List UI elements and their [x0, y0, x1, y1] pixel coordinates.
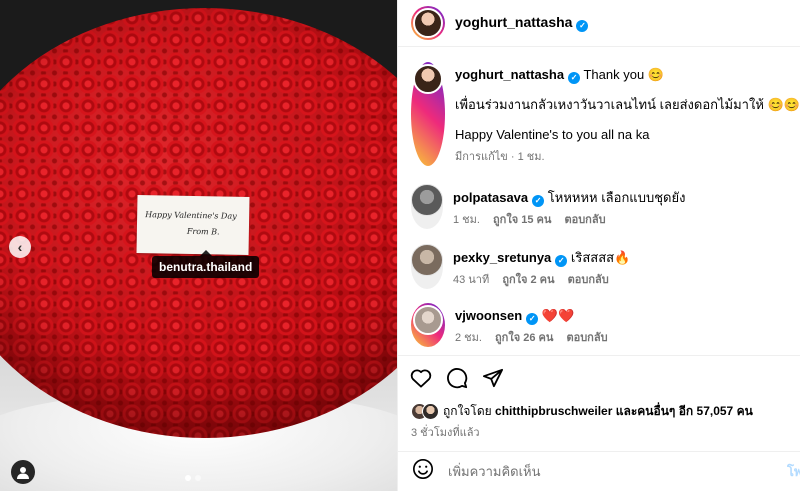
- comment-meta: 43 นาที ถูกใจ 2 คน ตอบกลับ: [453, 271, 630, 289]
- list-item: polpatasava ✓ โหหหหห เลือกแบบชุดยัง 1 ชม.…: [411, 184, 685, 229]
- post-comment-button[interactable]: โพสต์: [787, 461, 800, 482]
- avatar[interactable]: [411, 62, 445, 166]
- post-side-panel: yoghurt_nattasha ✓ yoghurt_nattasha ✓ Than…: [397, 0, 800, 491]
- list-item: vjwoonsen ✓ ❤️❤️ 2 ชม. ถูกใจ 26 คน ตอบกลั…: [411, 303, 618, 347]
- liked-by-user[interactable]: chitthipbruschweiler: [495, 404, 612, 418]
- fire-emoji-icon: 🔥: [614, 250, 631, 265]
- verified-badge-icon: ✓: [568, 72, 581, 84]
- comment-time[interactable]: 1 ชม.: [453, 214, 480, 226]
- card-line-2: From B.: [186, 226, 220, 237]
- user-tag-icon[interactable]: [11, 460, 35, 484]
- reply-button[interactable]: ตอบกลับ: [568, 274, 609, 286]
- caption-thai: เพื่อนร่วมงานกลัวเหงาวันวาเลนไทน์ เลยส่ง…: [455, 97, 800, 112]
- emoji-icon[interactable]: [412, 458, 434, 485]
- caption-edited-time: มีการแก้ไข · 1 ชม.: [455, 151, 545, 163]
- comment-text: ❤️❤️: [541, 308, 575, 323]
- comment-icon[interactable]: [446, 367, 468, 389]
- comment-text: เริสสสส: [570, 250, 615, 265]
- caption-english: Happy Valentine's to you all na ka: [455, 127, 650, 142]
- comment-username[interactable]: pexky_sretunya: [453, 250, 551, 265]
- post-image[interactable]: Happy Valentine's Day From B. benutra.th…: [0, 0, 397, 491]
- caption-text: Thank you 😊: [583, 67, 664, 82]
- carousel-dot: [195, 475, 201, 481]
- liked-by-suffix: คน: [736, 404, 753, 418]
- comment-text: โหหหหห เลือกแบบชุดยัง: [547, 190, 686, 205]
- comment-meta: 2 ชม. ถูกใจ 26 คน ตอบกลับ: [455, 329, 618, 347]
- like-count[interactable]: 57,057: [697, 404, 734, 418]
- comment-likes[interactable]: ถูกใจ 15 คน: [493, 214, 551, 226]
- verified-badge-icon: ✓: [576, 20, 589, 32]
- post-header: yoghurt_nattasha ✓: [398, 0, 800, 47]
- liked-by-middle: และคนอื่นๆ อีก: [615, 404, 694, 418]
- avatar[interactable]: [411, 244, 443, 289]
- comment-meta: 1 ชม. ถูกใจ 15 คน ตอบกลับ: [453, 211, 685, 229]
- avatar[interactable]: [411, 184, 443, 229]
- post-timestamp[interactable]: 3 ชั่วโมงที่แล้ว: [411, 423, 480, 441]
- caption-meta: มีการแก้ไข · 1 ชม.: [455, 148, 800, 166]
- author-name[interactable]: yoghurt_nattasha: [455, 14, 572, 30]
- avatar: [422, 403, 439, 420]
- avatar[interactable]: [411, 6, 445, 40]
- author-username[interactable]: yoghurt_nattasha ✓: [455, 14, 589, 32]
- product-tag[interactable]: benutra.thailand: [152, 250, 260, 278]
- action-bar: [398, 355, 800, 400]
- comment-time[interactable]: 2 ชม.: [455, 332, 482, 344]
- verified-badge-icon: ✓: [555, 255, 568, 267]
- verified-badge-icon: ✓: [532, 195, 545, 207]
- card-line-1: Happy Valentine's Day: [145, 210, 237, 221]
- share-icon[interactable]: [482, 368, 504, 388]
- list-item: pexky_sretunya ✓ เริสสสส🔥 43 นาที ถูกใจ 2…: [411, 244, 630, 289]
- comment-list: yoghurt_nattasha ✓ Thank you 😊 เพื่อนร่วม…: [398, 48, 800, 353]
- reply-button[interactable]: ตอบกลับ: [566, 332, 607, 344]
- reply-button[interactable]: ตอบกลับ: [564, 214, 605, 226]
- avatar[interactable]: [411, 303, 445, 347]
- comment-username[interactable]: polpatasava: [453, 190, 528, 205]
- comment-likes[interactable]: ถูกใจ 26 คน: [495, 332, 553, 344]
- comment-time[interactable]: 43 นาที: [453, 274, 489, 286]
- verified-badge-icon: ✓: [526, 313, 539, 325]
- comment-username[interactable]: vjwoonsen: [455, 308, 522, 323]
- post-dialog: Happy Valentine's Day From B. benutra.th…: [0, 0, 800, 491]
- comment-input[interactable]: เพิ่มความคิดเห็น: [448, 461, 787, 482]
- caption-username[interactable]: yoghurt_nattasha: [455, 67, 564, 82]
- add-comment-bar: เพิ่มความคิดเห็น โพสต์: [398, 451, 800, 491]
- carousel-dots: [185, 475, 201, 481]
- heart-icon[interactable]: [410, 368, 432, 388]
- greeting-card: Happy Valentine's Day From B.: [136, 195, 250, 255]
- carousel-dot: [185, 475, 191, 481]
- liked-by-prefix: ถูกใจโดย: [443, 404, 492, 418]
- caption: yoghurt_nattasha ✓ Thank you 😊 เพื่อนร่วม…: [411, 62, 800, 166]
- liked-by[interactable]: ถูกใจโดย chitthipbruschweiler และคนอื่นๆ…: [411, 402, 753, 421]
- chevron-left-icon[interactable]: ‹: [9, 236, 31, 258]
- comment-likes[interactable]: ถูกใจ 2 คน: [502, 274, 554, 286]
